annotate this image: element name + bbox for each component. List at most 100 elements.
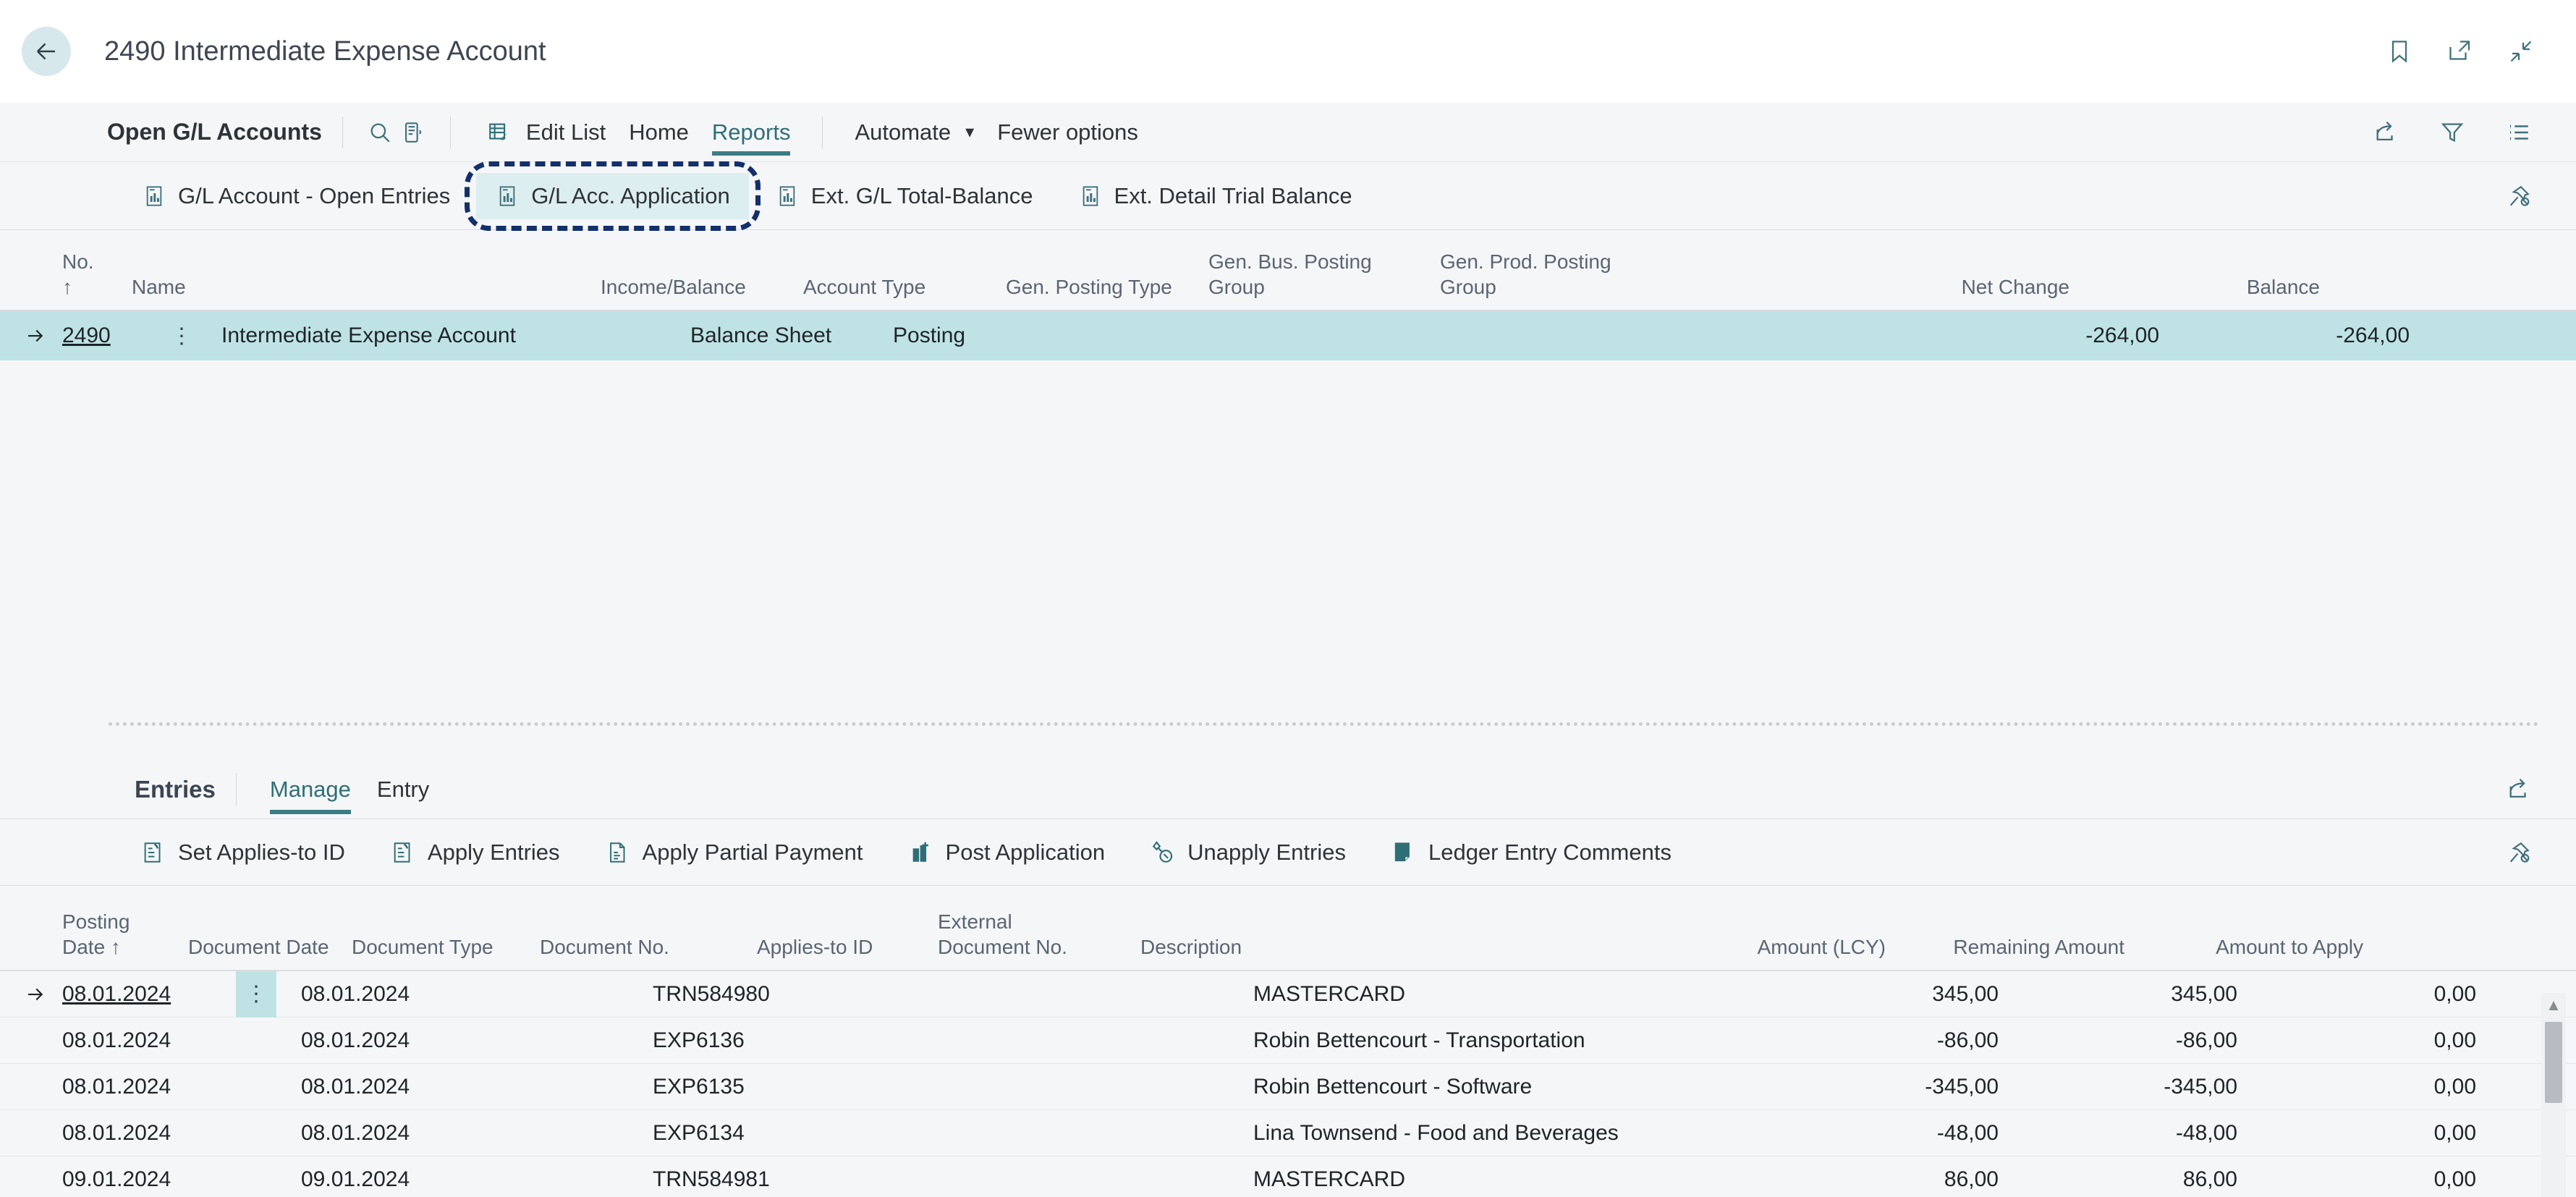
tab-entry[interactable]: Entry <box>364 772 442 807</box>
cell-description: Robin Bettencourt - Transportation <box>1253 1028 1585 1052</box>
ledger-entry-comments-button[interactable]: Ledger Entry Comments <box>1373 831 1689 874</box>
report-button-gl-acc-application[interactable]: G/L Acc. Application <box>476 172 749 219</box>
entries-header-right <box>2502 773 2535 806</box>
tab-label: Entry <box>376 776 430 802</box>
column-header-income-balance[interactable]: Income/Balance <box>601 274 803 300</box>
divider <box>449 116 451 148</box>
report-button-ext-detail-trial-balance[interactable]: Ext. Detail Trial Balance <box>1059 173 1371 219</box>
report-icon <box>142 184 166 208</box>
cell-remaining-amount: -48,00 <box>2175 1120 2237 1145</box>
cell-amount-lcy: -48,00 <box>1936 1120 1999 1145</box>
column-header-amount-to-apply[interactable]: Amount to Apply <box>2124 934 2363 960</box>
cell-remaining-amount: 86,00 <box>2182 1167 2237 1191</box>
column-header-document-type[interactable]: Document Type <box>352 934 540 960</box>
reports-row-right <box>2502 179 2535 213</box>
column-header-applies-to-id[interactable]: Applies-to ID <box>757 934 938 960</box>
row-menu-icon[interactable] <box>236 1018 276 1064</box>
cell-posting-date: 08.01.2024 <box>62 1120 171 1145</box>
apply-entries-button[interactable]: Apply Entries <box>373 831 577 874</box>
ribbon-item-label: Home <box>629 119 689 145</box>
entries-title: Entries <box>135 775 216 803</box>
unapply-entries-icon <box>1150 839 1176 866</box>
row-menu-icon[interactable]: ⋮ <box>236 970 276 1018</box>
ribbon-item-edit-list[interactable]: Edit List <box>471 111 617 153</box>
set-applies-to-id-button[interactable]: Set Applies-to ID <box>123 831 363 874</box>
chevron-down-icon: ▾ <box>965 122 975 142</box>
table-row[interactable]: 09.01.2024 09.01.2024 TRN584981 MASTERCA… <box>0 1156 2576 1197</box>
ribbon-item-automate[interactable]: Automate ▾ <box>843 115 986 150</box>
column-header-account-type[interactable]: Account Type <box>803 274 1006 300</box>
entries-grid-scrollbar[interactable]: ▲ <box>2541 993 2566 1197</box>
cell-document-date: 08.01.2024 <box>301 1120 410 1145</box>
entries-actions-right <box>2502 836 2535 869</box>
table-row[interactable]: 2490 ⋮ Intermediate Expense Account Bala… <box>0 311 2576 360</box>
bookmark-icon[interactable] <box>2385 37 2414 66</box>
post-application-icon <box>908 839 934 866</box>
column-header-net-change[interactable]: Net Change <box>1787 274 2069 300</box>
cell-amount-lcy: 86,00 <box>1944 1167 1999 1191</box>
ribbon-item-label: Edit List <box>525 119 606 145</box>
column-header-balance[interactable]: Balance <box>2069 274 2359 300</box>
cell-amount-to-apply: 0,00 <box>2433 981 2476 1006</box>
report-button-gl-account-open-entries[interactable]: G/L Account - Open Entries <box>123 173 469 219</box>
row-menu-icon[interactable] <box>236 1110 276 1156</box>
list-icon[interactable] <box>2502 116 2535 149</box>
column-header-document-no[interactable]: Document No. <box>540 934 757 960</box>
focus-mode-icon[interactable] <box>397 116 430 149</box>
row-menu-icon[interactable]: ⋮ <box>165 323 198 349</box>
column-header-posting-date[interactable]: Posting Date ↑ <box>0 909 130 960</box>
table-row[interactable]: 08.01.2024 08.01.2024 EXP6134 Lina Towns… <box>0 1110 2576 1156</box>
filter-icon[interactable] <box>2436 116 2469 149</box>
cell-posting-date[interactable]: 08.01.2024 <box>62 982 171 1006</box>
apply-partial-payment-icon <box>605 839 631 866</box>
ribbon-item-reports[interactable]: Reports <box>700 115 802 156</box>
entries-grid-header: Posting Date ↑ Document Date Document Ty… <box>0 886 2576 971</box>
back-button[interactable] <box>22 27 71 76</box>
cell-amount-lcy: 345,00 <box>1932 981 1999 1006</box>
search-icon[interactable] <box>363 116 397 149</box>
table-row[interactable]: 08.01.2024 ⋮ 08.01.2024 TRN584980 MASTER… <box>0 970 2576 1018</box>
cell-amount-to-apply: 0,00 <box>2433 1167 2476 1191</box>
post-application-button[interactable]: Post Application <box>891 831 1123 874</box>
open-in-new-window-icon[interactable] <box>2446 37 2475 66</box>
reports-button-row: G/L Account - Open Entries G/L Acc. Appl… <box>0 162 2576 230</box>
unpin-icon[interactable] <box>2502 836 2535 869</box>
cell-income-balance: Balance Sheet <box>690 323 832 347</box>
column-header-external-document-no[interactable]: External Document No. <box>938 909 1140 960</box>
cell-description: Robin Bettencourt - Software <box>1253 1074 1533 1099</box>
row-menu-icon[interactable] <box>236 1156 276 1197</box>
table-row[interactable]: 08.01.2024 08.01.2024 EXP6136 Robin Bett… <box>0 1018 2576 1064</box>
column-header-amount-lcy[interactable]: Amount (LCY) <box>1647 934 1886 960</box>
unpin-icon[interactable] <box>2502 179 2535 213</box>
apply-partial-payment-button[interactable]: Apply Partial Payment <box>588 831 881 874</box>
header-line-1: Gen. Prod. Posting <box>1440 250 1611 273</box>
table-row[interactable]: 08.01.2024 08.01.2024 EXP6135 Robin Bett… <box>0 1064 2576 1110</box>
cell-document-date: 08.01.2024 <box>301 1074 410 1099</box>
ribbon-item-home[interactable]: Home <box>617 115 700 150</box>
share-icon[interactable] <box>2369 116 2402 149</box>
column-header-document-date[interactable]: Document Date <box>164 934 352 960</box>
header-line-2: Group <box>1440 276 1496 298</box>
tab-manage[interactable]: Manage <box>257 772 364 814</box>
row-menu-icon[interactable] <box>236 1064 276 1110</box>
column-header-gen-bus-posting-group[interactable]: Gen. Bus. Posting Group <box>1208 249 1440 300</box>
scrollbar-thumb[interactable] <box>2545 1022 2562 1103</box>
cell-no[interactable]: 2490 <box>62 323 111 347</box>
column-header-remaining-amount[interactable]: Remaining Amount <box>1886 934 2124 960</box>
report-button-ext-gl-total-balance[interactable]: Ext. G/L Total-Balance <box>756 173 1052 219</box>
column-header-gen-posting-type[interactable]: Gen. Posting Type <box>1006 274 1208 300</box>
column-header-description[interactable]: Description <box>1140 934 1647 960</box>
share-icon[interactable] <box>2502 773 2535 806</box>
header-line-1: Gen. Bus. Posting <box>1208 250 1372 273</box>
collapse-icon[interactable] <box>2507 37 2535 66</box>
ribbon-item-label: Automate <box>855 119 952 145</box>
scroll-up-arrow-icon[interactable]: ▲ <box>2541 993 2566 1018</box>
unapply-entries-button[interactable]: Unapply Entries <box>1132 831 1363 874</box>
ribbon-item-fewer-options[interactable]: Fewer options <box>986 115 1150 150</box>
column-header-name[interactable]: Name <box>109 274 601 300</box>
cell-posting-date: 08.01.2024 <box>62 1074 171 1099</box>
cell-posting-date: 09.01.2024 <box>62 1167 171 1191</box>
column-header-gen-prod-posting-group[interactable]: Gen. Prod. Posting Group <box>1440 249 1787 300</box>
list-page-name: Open G/L Accounts <box>107 119 322 145</box>
column-header-no[interactable]: No. ↑ <box>0 249 109 300</box>
